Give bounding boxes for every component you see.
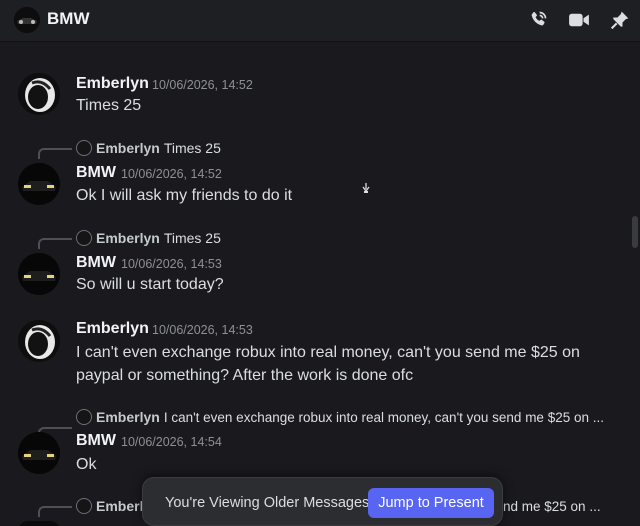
message-content: Ok	[76, 456, 97, 473]
reply-avatar	[76, 409, 92, 425]
avatar-bmw[interactable]	[18, 521, 60, 526]
channel-avatar[interactable]	[14, 7, 40, 33]
message-author[interactable]: BMW	[76, 254, 116, 272]
reply-author: Emberlyn	[96, 140, 160, 156]
message-content-line1: I can't even exchange robux into real mo…	[76, 344, 580, 361]
message-timestamp: 10/06/2026, 14:52	[152, 78, 253, 92]
header-shadow	[0, 43, 630, 49]
message-author[interactable]: BMW	[76, 164, 116, 182]
phone-call-icon[interactable]	[525, 7, 551, 33]
reply-text: Times 25	[163, 230, 221, 246]
message-timestamp: 10/06/2026, 14:53	[121, 257, 222, 271]
scrollbar[interactable]	[630, 44, 640, 526]
message-timestamp: 10/06/2026, 14:54	[121, 435, 222, 449]
reply-avatar	[76, 230, 92, 246]
channel-header: BMW	[0, 0, 640, 42]
message-author[interactable]: Emberlyn	[76, 320, 149, 338]
reply-text: nd me $25 on ...	[503, 498, 601, 514]
scrollbar-thumb[interactable]	[632, 216, 638, 248]
reply-author: Emberlyn	[96, 230, 160, 246]
message-content: Times 25	[76, 97, 142, 114]
message-list[interactable]: Emberlyn 10/06/2026, 14:52 Times 25 Embe…	[0, 43, 630, 526]
reply-author: Emberlyn	[96, 409, 160, 425]
reply-avatar	[76, 140, 92, 156]
reply-preview[interactable]: Emberlyn I can't even exchange robux int…	[76, 407, 604, 427]
avatar-bmw[interactable]	[18, 163, 60, 205]
avatar-bmw[interactable]	[18, 432, 60, 474]
reply-preview[interactable]: Emberlyn Times 25	[76, 138, 221, 158]
reply-preview[interactable]: Emberlyn Times 25	[76, 228, 221, 248]
reply-avatar	[76, 498, 92, 514]
message-author[interactable]: Emberlyn	[76, 75, 149, 93]
reply-connector	[38, 148, 72, 159]
avatar-emberlyn[interactable]	[18, 73, 60, 115]
message-timestamp: 10/06/2026, 14:53	[152, 323, 253, 337]
message-content: So will u start today?	[76, 276, 224, 293]
pin-icon[interactable]	[607, 7, 633, 33]
reply-preview-tail: nd me $25 on ...	[503, 496, 601, 516]
channel-title: BMW	[47, 9, 90, 28]
reply-author: Emberl	[96, 498, 144, 514]
message-content: Ok I will ask my friends to do it	[76, 187, 293, 204]
reply-connector	[38, 238, 72, 249]
message-content-line2: paypal or something? After the work is d…	[76, 367, 414, 384]
reply-text: I can't even exchange robux into real mo…	[163, 409, 604, 425]
cursor-icon	[362, 181, 370, 193]
reply-preview[interactable]: Emberl	[76, 496, 147, 516]
message-timestamp: 10/06/2026, 14:52	[121, 167, 222, 181]
video-camera-icon[interactable]	[566, 7, 592, 33]
older-messages-bar: You're Viewing Older Messages Jump to Pr…	[142, 477, 503, 526]
older-messages-text: You're Viewing Older Messages	[165, 495, 370, 511]
avatar-bmw[interactable]	[18, 253, 60, 295]
reply-text: Times 25	[163, 140, 221, 156]
reply-connector	[38, 506, 72, 517]
avatar-emberlyn[interactable]	[18, 320, 60, 362]
jump-to-present-button[interactable]: Jump to Present	[368, 488, 494, 518]
message-author[interactable]: BMW	[76, 432, 116, 450]
